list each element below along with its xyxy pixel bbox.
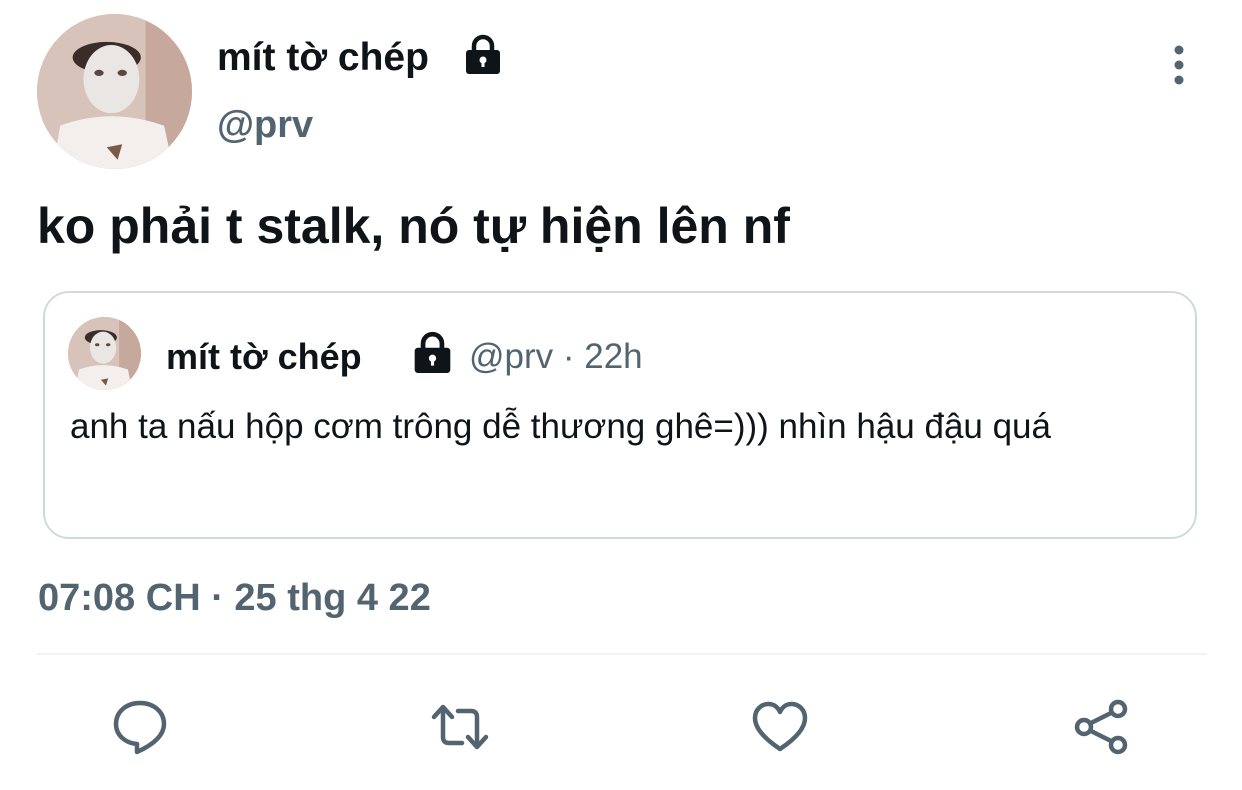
like-icon[interactable] — [750, 697, 810, 757]
author-display-name[interactable]: mít tờ chép — [217, 34, 429, 82]
tweet-timestamp[interactable]: 07:08 CH · 25 thg 4 22 — [38, 575, 431, 621]
divider — [37, 653, 1206, 655]
quoted-author-avatar — [68, 317, 141, 390]
tweet-text: ko phải t stalk, nó tự hiện lên nf — [37, 198, 790, 254]
quoted-author-display-name: mít tờ chép — [166, 336, 362, 377]
profile-photo — [68, 317, 141, 390]
lock-icon — [414, 331, 451, 373]
profile-photo — [37, 14, 192, 169]
more-vertical-icon[interactable] — [1166, 44, 1192, 86]
retweet-icon[interactable] — [430, 697, 490, 757]
author-handle[interactable]: @prv — [217, 101, 313, 149]
quoted-tweet-text: anh ta nấu hộp cơm trông dễ thương ghê=)… — [70, 407, 1051, 446]
share-icon[interactable] — [1072, 697, 1132, 757]
quoted-handle-time: @prv · 22h — [469, 337, 643, 376]
reply-icon[interactable] — [110, 697, 170, 757]
lock-icon — [466, 34, 500, 74]
author-avatar[interactable] — [37, 14, 192, 169]
